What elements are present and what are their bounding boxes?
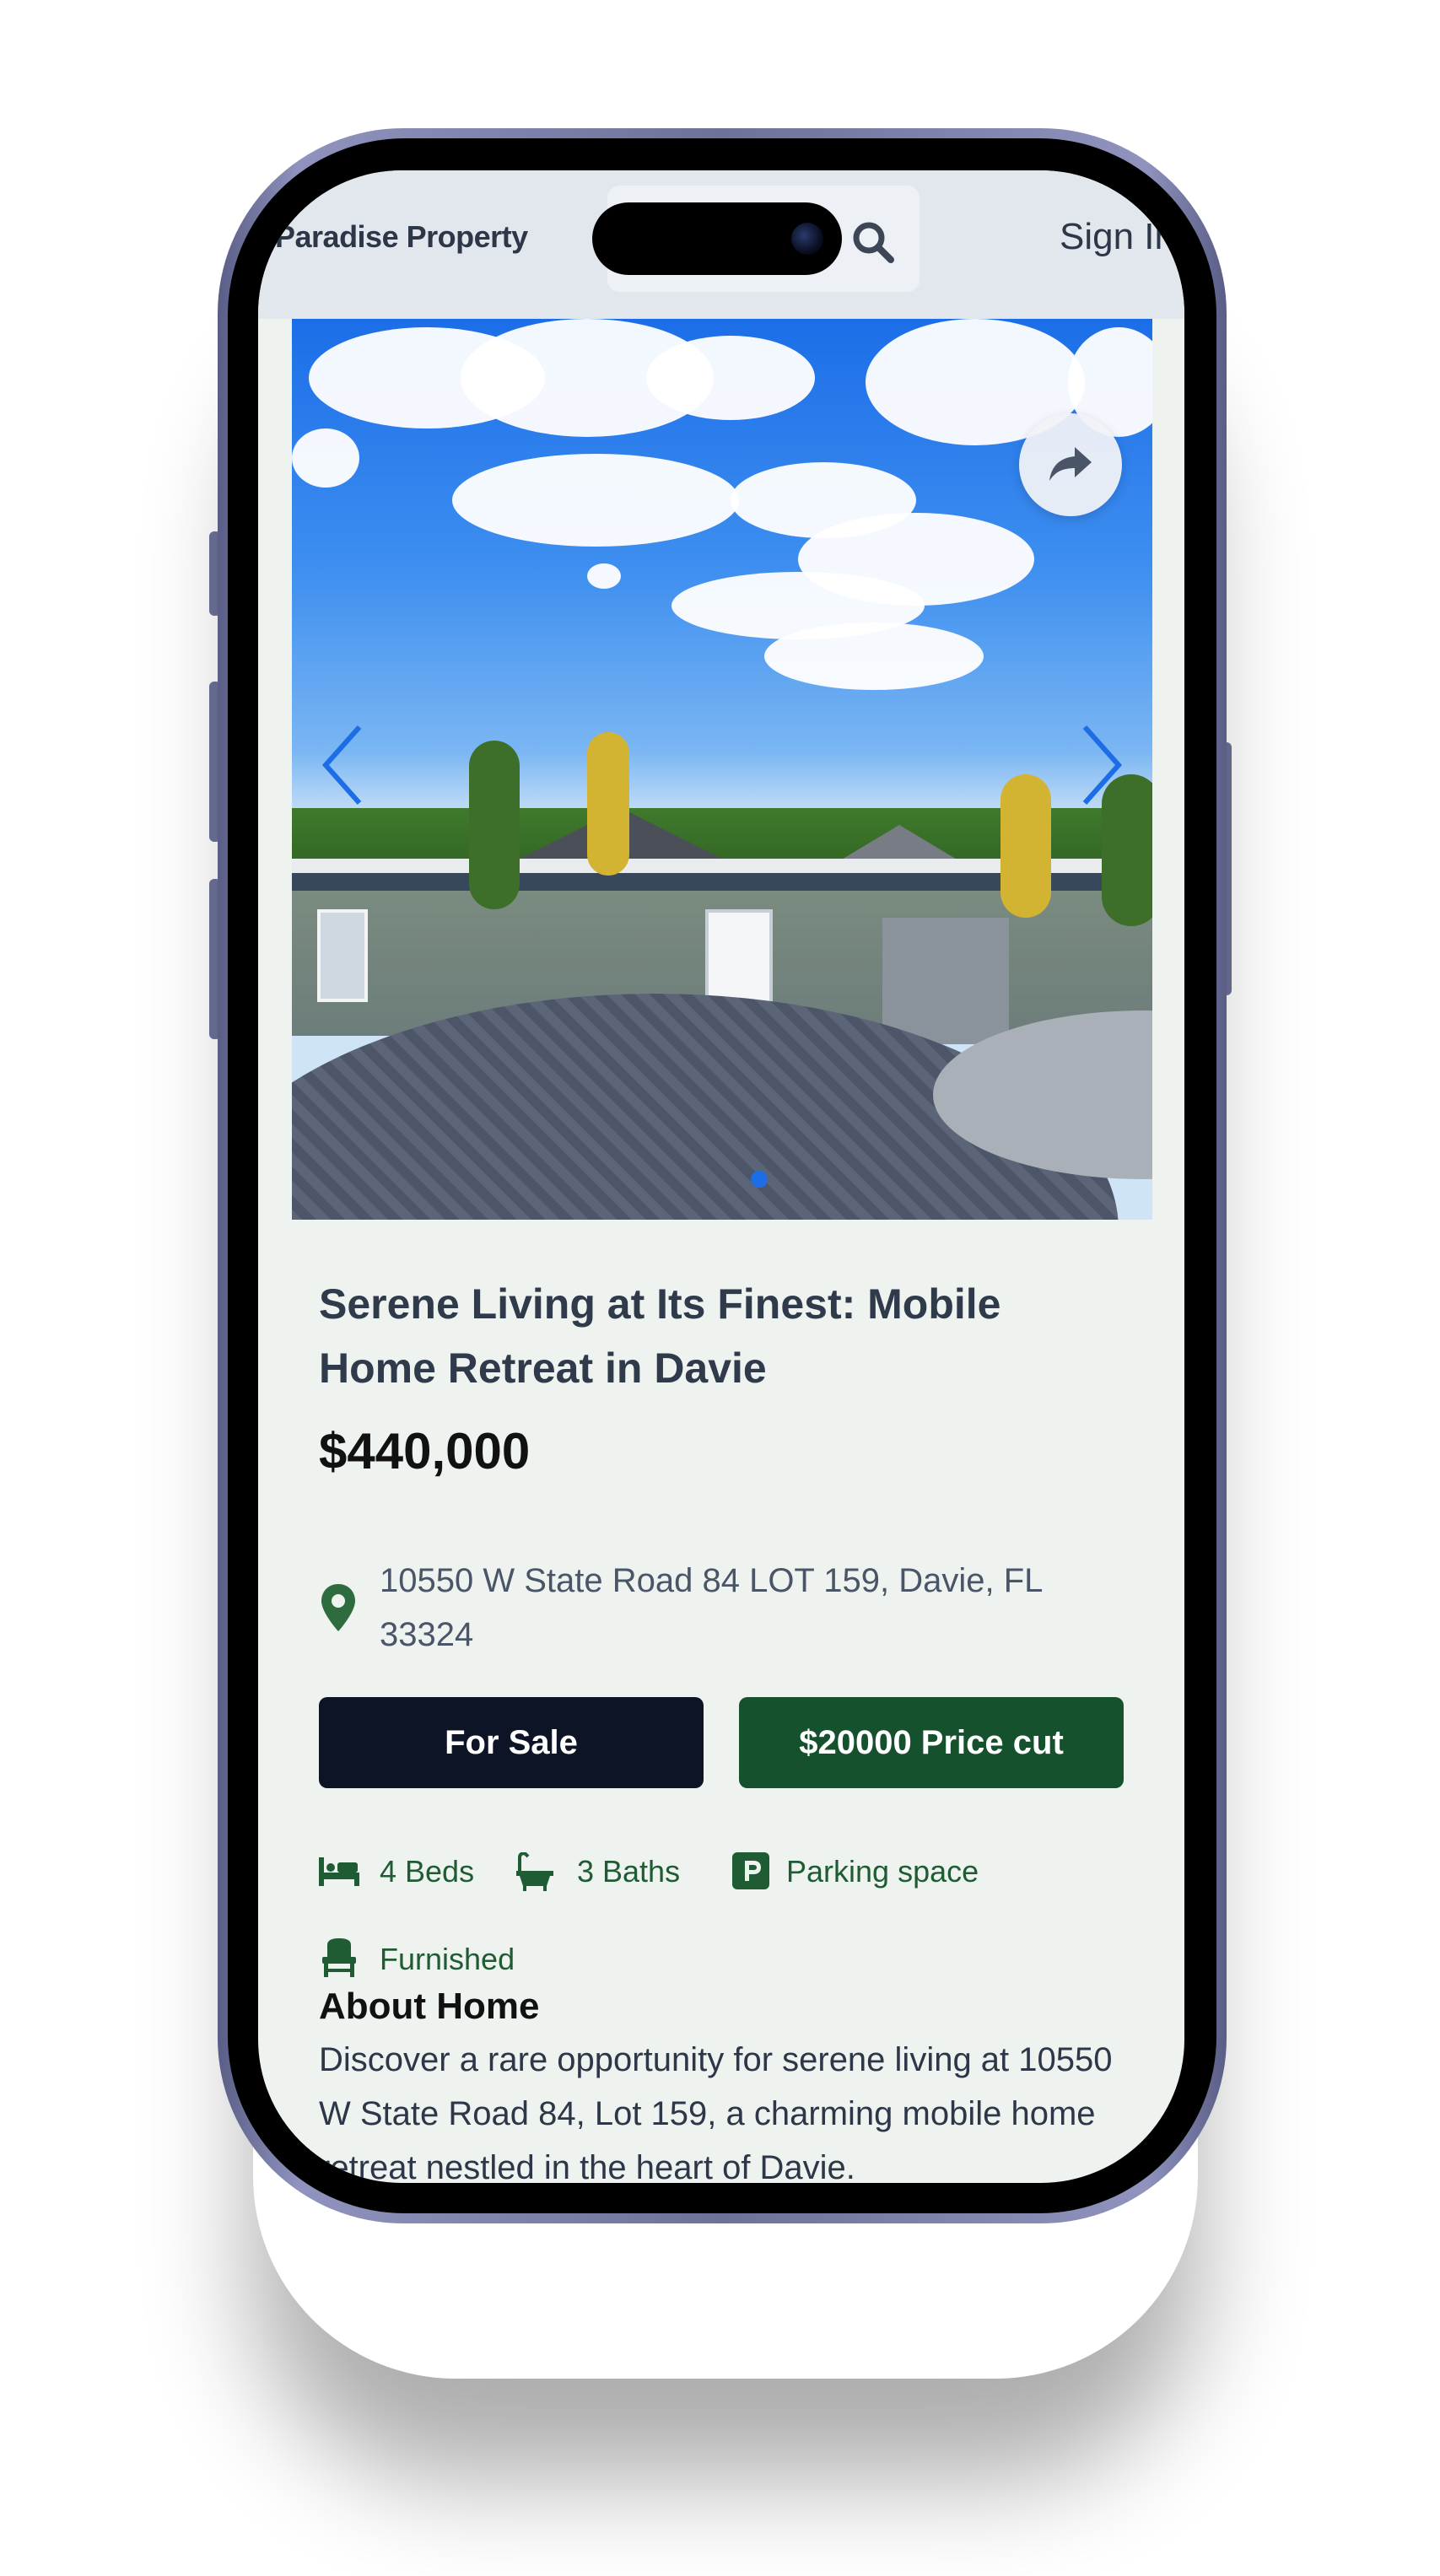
chair-icon bbox=[322, 1938, 356, 1977]
location-pin-icon bbox=[321, 1584, 355, 1631]
cloud bbox=[452, 454, 739, 547]
phone-screen: Paradise Property Sign In Serene Living … bbox=[258, 170, 1184, 2183]
carousel-dot-active[interactable] bbox=[751, 1171, 768, 1188]
carousel-next-icon[interactable] bbox=[1076, 719, 1127, 811]
listing-price: $440,000 bbox=[319, 1423, 531, 1479]
price-cut-button[interactable]: $20000 Price cut bbox=[739, 1697, 1124, 1788]
shrub bbox=[469, 741, 520, 909]
sign-in-link[interactable]: Sign In bbox=[1060, 216, 1175, 258]
listing-title: Serene Living at Its Finest: Mobile Home… bbox=[319, 1280, 1001, 1392]
listing-address: 10550 W State Road 84 LOT 159, Davie, FL… bbox=[380, 1562, 1042, 1653]
baths-count: 3 Baths bbox=[577, 1854, 681, 1889]
cloud bbox=[764, 622, 984, 690]
brand-logo[interactable]: Paradise Property bbox=[275, 219, 528, 255]
for-sale-button[interactable]: For Sale bbox=[319, 1697, 704, 1788]
share-icon bbox=[1049, 447, 1092, 481]
share-button[interactable] bbox=[1019, 413, 1122, 516]
furnished-label: Furnished bbox=[380, 1942, 515, 1976]
cloud bbox=[292, 428, 359, 488]
front-camera bbox=[791, 223, 823, 255]
parking-icon bbox=[732, 1852, 769, 1889]
about-home-text: Discover a rare opportunity for serene l… bbox=[319, 2041, 1113, 2183]
shrub bbox=[1000, 774, 1051, 918]
shrub bbox=[587, 732, 629, 876]
house-window bbox=[317, 909, 368, 1002]
bath-icon bbox=[516, 1852, 553, 1891]
cloud bbox=[646, 336, 815, 420]
garage-door bbox=[882, 918, 1009, 1044]
property-image-carousel[interactable] bbox=[292, 319, 1152, 1220]
parking-space: Parking space bbox=[786, 1854, 979, 1889]
about-home-heading: About Home bbox=[319, 1986, 540, 2027]
cloud bbox=[587, 563, 621, 589]
bed-icon bbox=[319, 1857, 359, 1886]
search-icon[interactable] bbox=[849, 218, 899, 268]
beds-count: 4 Beds bbox=[380, 1854, 475, 1889]
carousel-prev-icon[interactable] bbox=[317, 719, 368, 811]
dynamic-island bbox=[592, 202, 842, 275]
